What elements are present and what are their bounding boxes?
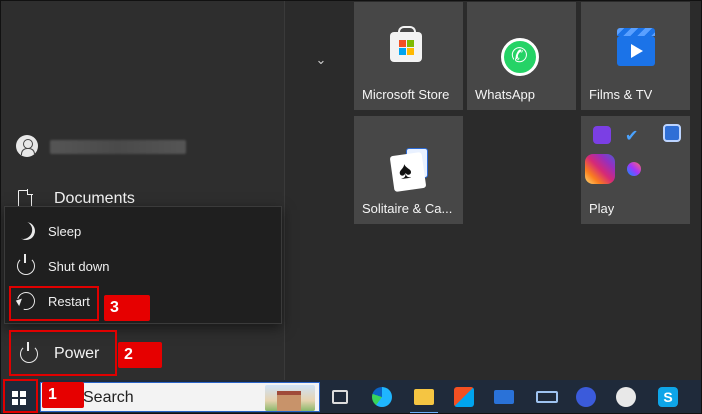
skype-icon[interactable]: S xyxy=(658,387,678,407)
shut-down-option[interactable]: Shut down xyxy=(5,250,281,282)
tile-play-folder[interactable]: ✔ Play xyxy=(581,116,690,224)
shut-down-label: Shut down xyxy=(48,258,110,274)
todo-icon: ✔ xyxy=(625,128,639,145)
paint-icon[interactable] xyxy=(616,387,636,407)
tile-solitaire[interactable]: Solitaire & Ca... xyxy=(354,116,463,224)
tile-label: Play xyxy=(589,201,615,216)
tile-microsoft-store[interactable]: Microsoft Store xyxy=(354,2,463,110)
tile-label: Solitaire & Ca... xyxy=(362,201,453,216)
user-name-redacted xyxy=(50,140,186,154)
edge-icon[interactable] xyxy=(372,387,392,407)
app-mini-icon xyxy=(593,126,611,144)
tile-label: WhatsApp xyxy=(475,87,535,102)
user-account-row[interactable] xyxy=(14,132,214,160)
keyboard-icon[interactable] xyxy=(536,391,558,403)
moon-icon xyxy=(14,219,37,242)
step-2-badge: 2 xyxy=(118,342,162,368)
instagram-icon xyxy=(585,154,615,184)
file-explorer-icon[interactable] xyxy=(414,389,434,405)
store-icon xyxy=(390,26,422,62)
store-icon[interactable] xyxy=(454,387,474,407)
sleep-option[interactable]: Sleep xyxy=(5,215,281,247)
restart-highlight xyxy=(9,286,99,321)
films-tv-icon xyxy=(617,28,655,66)
messenger-icon xyxy=(627,162,641,176)
step-3-badge: 3 xyxy=(104,295,150,321)
power-icon xyxy=(17,254,35,275)
power-highlight xyxy=(9,330,117,376)
calculator-icon xyxy=(663,124,681,142)
whatsapp-icon xyxy=(501,38,539,76)
chevron-down-icon[interactable]: ⌄ xyxy=(313,52,329,68)
start-highlight xyxy=(3,379,38,413)
taskbar: Search S xyxy=(0,380,702,414)
avatar xyxy=(16,135,38,157)
search-placeholder: Search xyxy=(83,389,134,406)
video-icon[interactable] xyxy=(576,387,596,407)
pane-divider xyxy=(284,0,285,380)
tile-whatsapp[interactable]: WhatsApp xyxy=(467,2,576,110)
task-view-icon[interactable] xyxy=(332,390,348,404)
sleep-label: Sleep xyxy=(48,223,82,239)
mail-icon[interactable] xyxy=(494,390,514,404)
step-1-badge: 1 xyxy=(42,382,84,408)
search-highlight-art xyxy=(265,385,315,411)
tile-label: Microsoft Store xyxy=(362,87,450,102)
solitaire-icon xyxy=(389,151,427,193)
tile-films-tv[interactable]: Films & TV xyxy=(581,2,690,110)
tile-label: Films & TV xyxy=(589,87,653,102)
